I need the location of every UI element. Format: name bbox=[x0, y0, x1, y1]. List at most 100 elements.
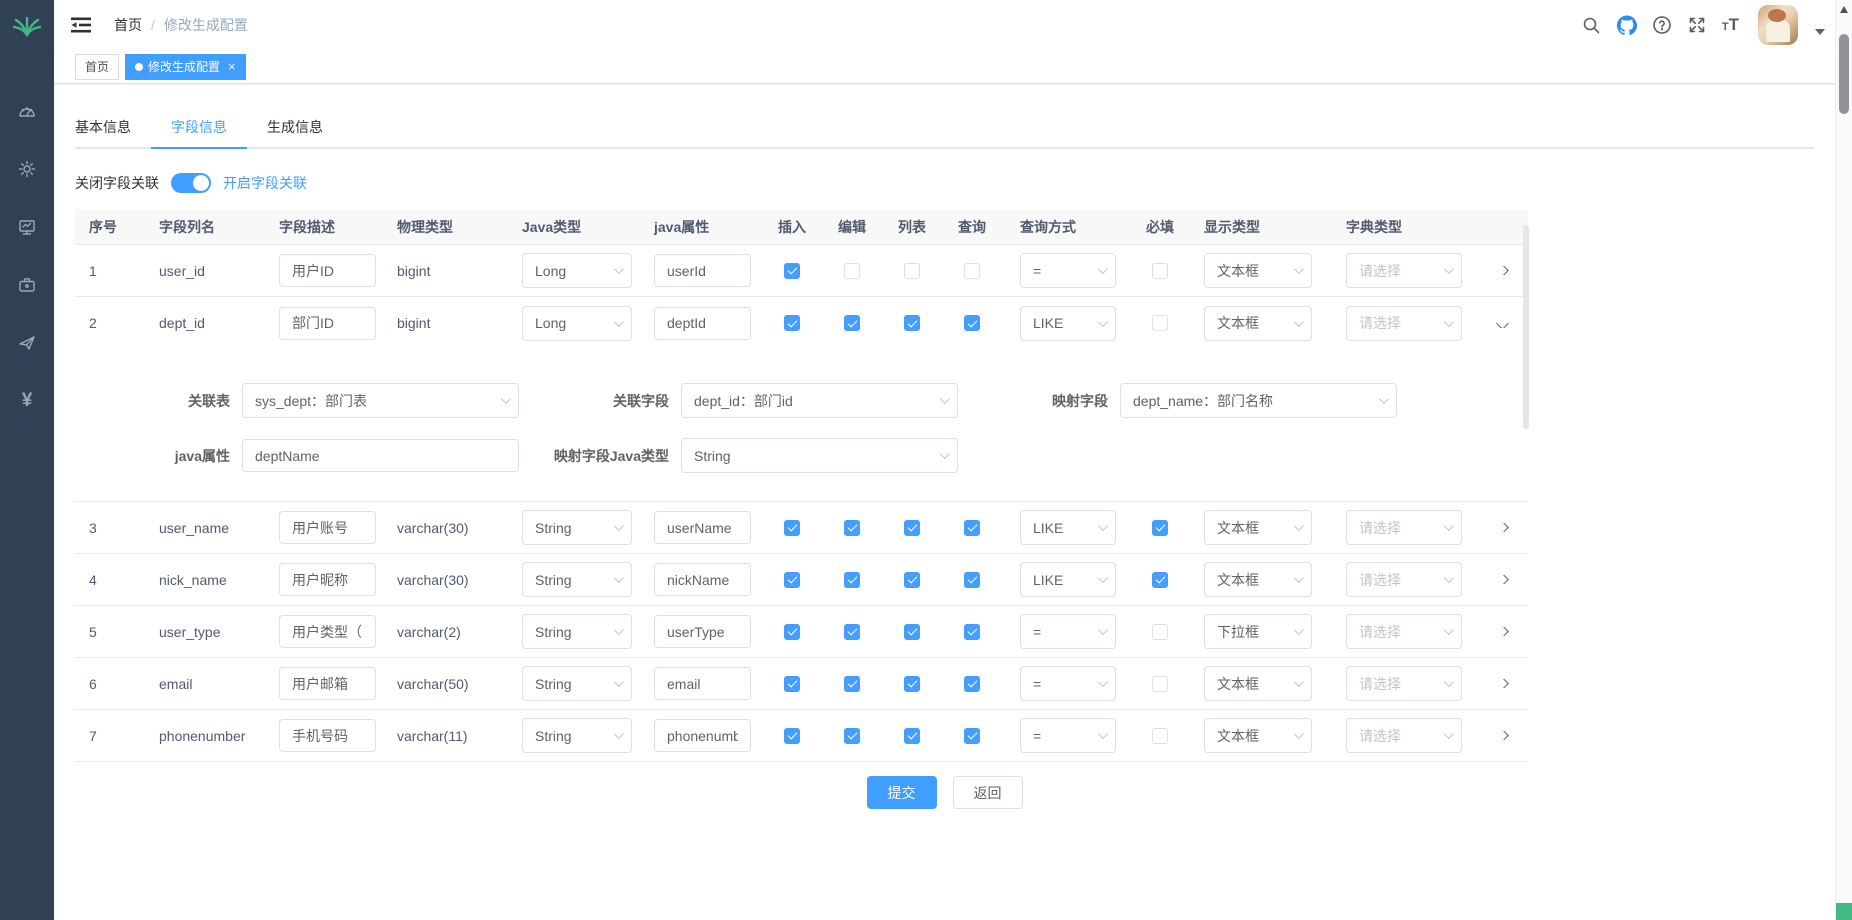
html-type-select[interactable]: 文本框 bbox=[1204, 666, 1312, 701]
edit-checkbox[interactable] bbox=[844, 315, 860, 331]
java-type-select[interactable]: String bbox=[522, 666, 632, 701]
query-checkbox[interactable] bbox=[964, 728, 980, 744]
breadcrumb-home[interactable]: 首页 bbox=[114, 15, 142, 35]
insert-checkbox[interactable] bbox=[784, 624, 800, 640]
back-button[interactable]: 返回 bbox=[953, 776, 1023, 809]
list-checkbox[interactable] bbox=[904, 676, 920, 692]
map-java-type-select[interactable]: String bbox=[681, 438, 958, 473]
dict-type-select[interactable]: 请选择 bbox=[1346, 510, 1462, 545]
required-checkbox[interactable] bbox=[1152, 572, 1168, 588]
java-field-input[interactable] bbox=[654, 667, 751, 700]
sidebar-item-guide[interactable] bbox=[0, 314, 54, 372]
list-checkbox[interactable] bbox=[904, 728, 920, 744]
query-checkbox[interactable] bbox=[964, 624, 980, 640]
page-scrollbar[interactable] bbox=[1835, 0, 1852, 920]
edit-checkbox[interactable] bbox=[844, 676, 860, 692]
fullscreen-icon[interactable] bbox=[1687, 15, 1707, 35]
github-icon[interactable] bbox=[1617, 15, 1637, 35]
column-comment-input[interactable] bbox=[279, 254, 376, 287]
list-checkbox[interactable] bbox=[904, 572, 920, 588]
sidebar-item-tool[interactable] bbox=[0, 256, 54, 314]
dict-type-select[interactable]: 请选择 bbox=[1346, 253, 1462, 288]
column-comment-input[interactable] bbox=[279, 563, 376, 596]
html-type-select[interactable]: 下拉框 bbox=[1204, 614, 1312, 649]
dict-type-select[interactable]: 请选择 bbox=[1346, 666, 1462, 701]
dict-type-select[interactable]: 请选择 bbox=[1346, 562, 1462, 597]
query-checkbox[interactable] bbox=[964, 676, 980, 692]
edit-checkbox[interactable] bbox=[844, 520, 860, 536]
dict-type-select[interactable]: 请选择 bbox=[1346, 614, 1462, 649]
insert-checkbox[interactable] bbox=[784, 572, 800, 588]
dict-type-select[interactable]: 请选择 bbox=[1346, 718, 1462, 753]
submit-button[interactable]: 提交 bbox=[867, 776, 937, 809]
required-checkbox[interactable] bbox=[1152, 315, 1168, 331]
java-field-input[interactable] bbox=[654, 254, 751, 287]
java-type-select[interactable]: Long bbox=[522, 306, 632, 341]
edit-checkbox[interactable] bbox=[844, 572, 860, 588]
java-field-input[interactable] bbox=[654, 307, 751, 340]
java-field-input[interactable] bbox=[654, 511, 751, 544]
close-tag-icon[interactable]: × bbox=[228, 59, 236, 74]
insert-checkbox[interactable] bbox=[784, 263, 800, 279]
list-checkbox[interactable] bbox=[904, 520, 920, 536]
list-checkbox[interactable] bbox=[904, 263, 920, 279]
query-checkbox[interactable] bbox=[964, 263, 980, 279]
tab-basic-info[interactable]: 基本信息 bbox=[75, 107, 151, 147]
html-type-select[interactable]: 文本框 bbox=[1204, 510, 1312, 545]
list-checkbox[interactable] bbox=[904, 315, 920, 331]
list-checkbox[interactable] bbox=[904, 624, 920, 640]
java-field-input[interactable] bbox=[654, 719, 751, 752]
expand-row-icon[interactable] bbox=[1496, 731, 1509, 740]
required-checkbox[interactable] bbox=[1152, 676, 1168, 692]
html-type-select[interactable]: 文本框 bbox=[1204, 718, 1312, 753]
relation-table-select[interactable]: sys_dept：部门表 bbox=[242, 383, 519, 418]
query-type-select[interactable]: = bbox=[1020, 718, 1116, 753]
sidebar-item-pay[interactable]: ¥ bbox=[0, 372, 54, 430]
edit-checkbox[interactable] bbox=[844, 728, 860, 744]
html-type-select[interactable]: 文本框 bbox=[1204, 306, 1312, 341]
font-size-icon[interactable]: TT bbox=[1722, 16, 1739, 34]
required-checkbox[interactable] bbox=[1152, 520, 1168, 536]
required-checkbox[interactable] bbox=[1152, 624, 1168, 640]
user-avatar[interactable] bbox=[1758, 5, 1798, 45]
insert-checkbox[interactable] bbox=[784, 520, 800, 536]
dict-type-select[interactable]: 请选择 bbox=[1346, 306, 1462, 341]
required-checkbox[interactable] bbox=[1152, 728, 1168, 744]
sidebar-item-monitor[interactable] bbox=[0, 198, 54, 256]
edit-checkbox[interactable] bbox=[844, 263, 860, 279]
java-type-select[interactable]: Long bbox=[522, 253, 632, 288]
insert-checkbox[interactable] bbox=[784, 315, 800, 331]
scroll-up-arrow-icon[interactable] bbox=[1840, 6, 1848, 13]
toggle-on-label[interactable]: 开启字段关联 bbox=[223, 173, 307, 193]
table-scrollbar-thumb[interactable] bbox=[1523, 225, 1529, 429]
tab-gen-info[interactable]: 生成信息 bbox=[247, 107, 343, 147]
expand-row-icon[interactable] bbox=[1496, 523, 1509, 532]
collapse-sidebar-icon[interactable] bbox=[70, 14, 92, 36]
column-comment-input[interactable] bbox=[279, 719, 376, 752]
query-type-select[interactable]: = bbox=[1020, 253, 1116, 288]
html-type-select[interactable]: 文本框 bbox=[1204, 253, 1312, 288]
java-type-select[interactable]: String bbox=[522, 718, 632, 753]
map-field-select[interactable]: dept_name：部门名称 bbox=[1120, 383, 1397, 418]
expand-row-icon[interactable] bbox=[1496, 627, 1509, 636]
column-comment-input[interactable] bbox=[279, 307, 376, 340]
tab-field-info[interactable]: 字段信息 bbox=[151, 107, 247, 147]
query-type-select[interactable]: LIKE bbox=[1020, 510, 1116, 545]
query-type-select[interactable]: LIKE bbox=[1020, 562, 1116, 597]
user-menu-caret-icon[interactable] bbox=[1815, 29, 1825, 35]
expand-row-icon[interactable] bbox=[1496, 575, 1509, 584]
collapse-row-icon[interactable] bbox=[1496, 319, 1509, 328]
help-icon[interactable] bbox=[1652, 15, 1672, 35]
field-relation-switch[interactable] bbox=[171, 173, 211, 193]
insert-checkbox[interactable] bbox=[784, 728, 800, 744]
insert-checkbox[interactable] bbox=[784, 676, 800, 692]
app-logo[interactable] bbox=[0, 0, 54, 50]
query-checkbox[interactable] bbox=[964, 572, 980, 588]
edit-checkbox[interactable] bbox=[844, 624, 860, 640]
expand-row-icon[interactable] bbox=[1496, 266, 1509, 275]
column-comment-input[interactable] bbox=[279, 667, 376, 700]
java-type-select[interactable]: String bbox=[522, 614, 632, 649]
tag-home[interactable]: 首页 bbox=[75, 54, 119, 80]
search-icon[interactable] bbox=[1582, 15, 1602, 35]
query-type-select[interactable]: = bbox=[1020, 666, 1116, 701]
